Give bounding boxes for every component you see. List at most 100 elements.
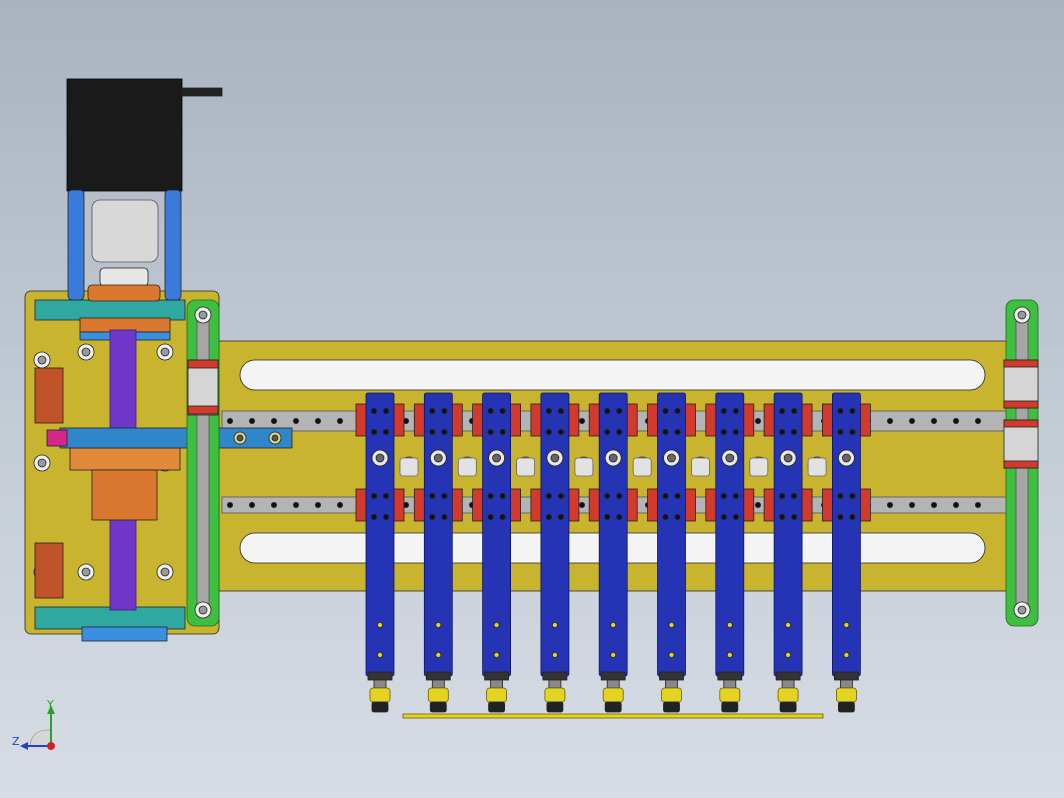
rail-hole [887,501,894,508]
suction-cup [721,701,739,713]
rail-end-bolt [1017,605,1027,615]
mount-bolt [160,347,170,357]
arm-hole [487,407,494,414]
arm-hole [720,428,727,435]
rail-hole [248,417,255,424]
arm-hole [370,428,377,435]
nozzle-clamp [484,671,510,681]
arm-hole [674,492,681,499]
suction-cup [546,701,564,713]
rail-hole [226,501,233,508]
nozzle-fitting [544,687,566,703]
arm-port [376,622,383,629]
arm-hole [849,407,856,414]
cam-roller [375,453,385,463]
bearing-seat [87,284,161,302]
suction-cup [779,701,797,713]
coupling-nut [99,267,149,287]
arm-hole [662,428,669,435]
rail-hole [975,501,982,508]
rail-hole [887,417,894,424]
arm-port [493,652,500,659]
nozzle-fitting [777,687,799,703]
arm-port [668,652,675,659]
nozzle-clamp [834,671,859,681]
arm-hole [441,428,448,435]
arm-hole [370,514,377,521]
arm-hole [382,407,389,414]
arm-hole [499,407,506,414]
spring-pack [749,457,769,477]
arm-hole [557,428,564,435]
nozzle-stem [781,679,795,689]
cad-model-view[interactable] [0,0,1064,798]
view-triad: Y Z [12,699,72,760]
arm-hole [662,407,669,414]
carriage-cap [1003,460,1039,469]
rail-hole [226,417,233,424]
cam-roller [725,453,735,463]
link-bolt [271,434,279,442]
rail-hole [270,501,277,508]
rail-hole [953,417,960,424]
nozzle-stem [431,679,445,689]
arm-hole [382,428,389,435]
cad-viewport[interactable]: Y Z [0,0,1064,798]
arm-port [726,622,733,629]
nozzle-fitting [486,687,508,703]
bottom-bearing-block [81,626,168,642]
arm-port [551,622,558,629]
carriage-cap [1003,359,1039,368]
arm-hole [674,428,681,435]
x-link-bar [59,427,293,449]
arm-hole [499,514,506,521]
rail-hole [292,501,299,508]
rail-hole [755,501,762,508]
rail-hole [931,417,938,424]
nozzle-fitting [719,687,741,703]
cam-roller [608,453,618,463]
rail-hole [336,417,343,424]
rail-hole [579,501,586,508]
cam-roller [550,453,560,463]
rail-hole [336,501,343,508]
carriage-cap [187,405,219,415]
arm-hole [837,428,844,435]
spring-pack [574,457,594,477]
frame-slot-top [239,359,986,391]
arm-hole [849,514,856,521]
nozzle-fitting [836,687,857,703]
left-clamp-bottom [34,542,64,599]
arm-hole [604,407,611,414]
arm-port [435,622,442,629]
arm-hole [849,428,856,435]
arm-hole [557,407,564,414]
arm-port [610,652,617,659]
ball-nut-flange [69,447,181,471]
rail-hole [931,501,938,508]
suction-cup [663,701,680,713]
picker-arm [540,392,570,677]
cam-roller [433,453,443,463]
mount-bolt [81,567,91,577]
nozzle-stem [723,679,737,689]
arm-hole [791,492,798,499]
motor-cable [181,87,223,97]
arm-hole [662,492,669,499]
nozzle-clamp [600,671,626,681]
arm-hole [791,514,798,521]
rail-hole [909,501,916,508]
spring-pack [691,457,710,477]
mount-bolt [81,347,91,357]
arm-hole [604,492,611,499]
arm-hole [429,407,436,414]
spring-pack [632,457,652,477]
motor-standoff-left [67,189,85,301]
arm-hole [779,514,786,521]
arm-hole [720,407,727,414]
stepper-motor [66,78,183,192]
suction-cup [371,701,389,713]
nozzle-clamp [775,671,801,681]
arm-hole [557,492,564,499]
rail-end-bolt [198,310,208,320]
